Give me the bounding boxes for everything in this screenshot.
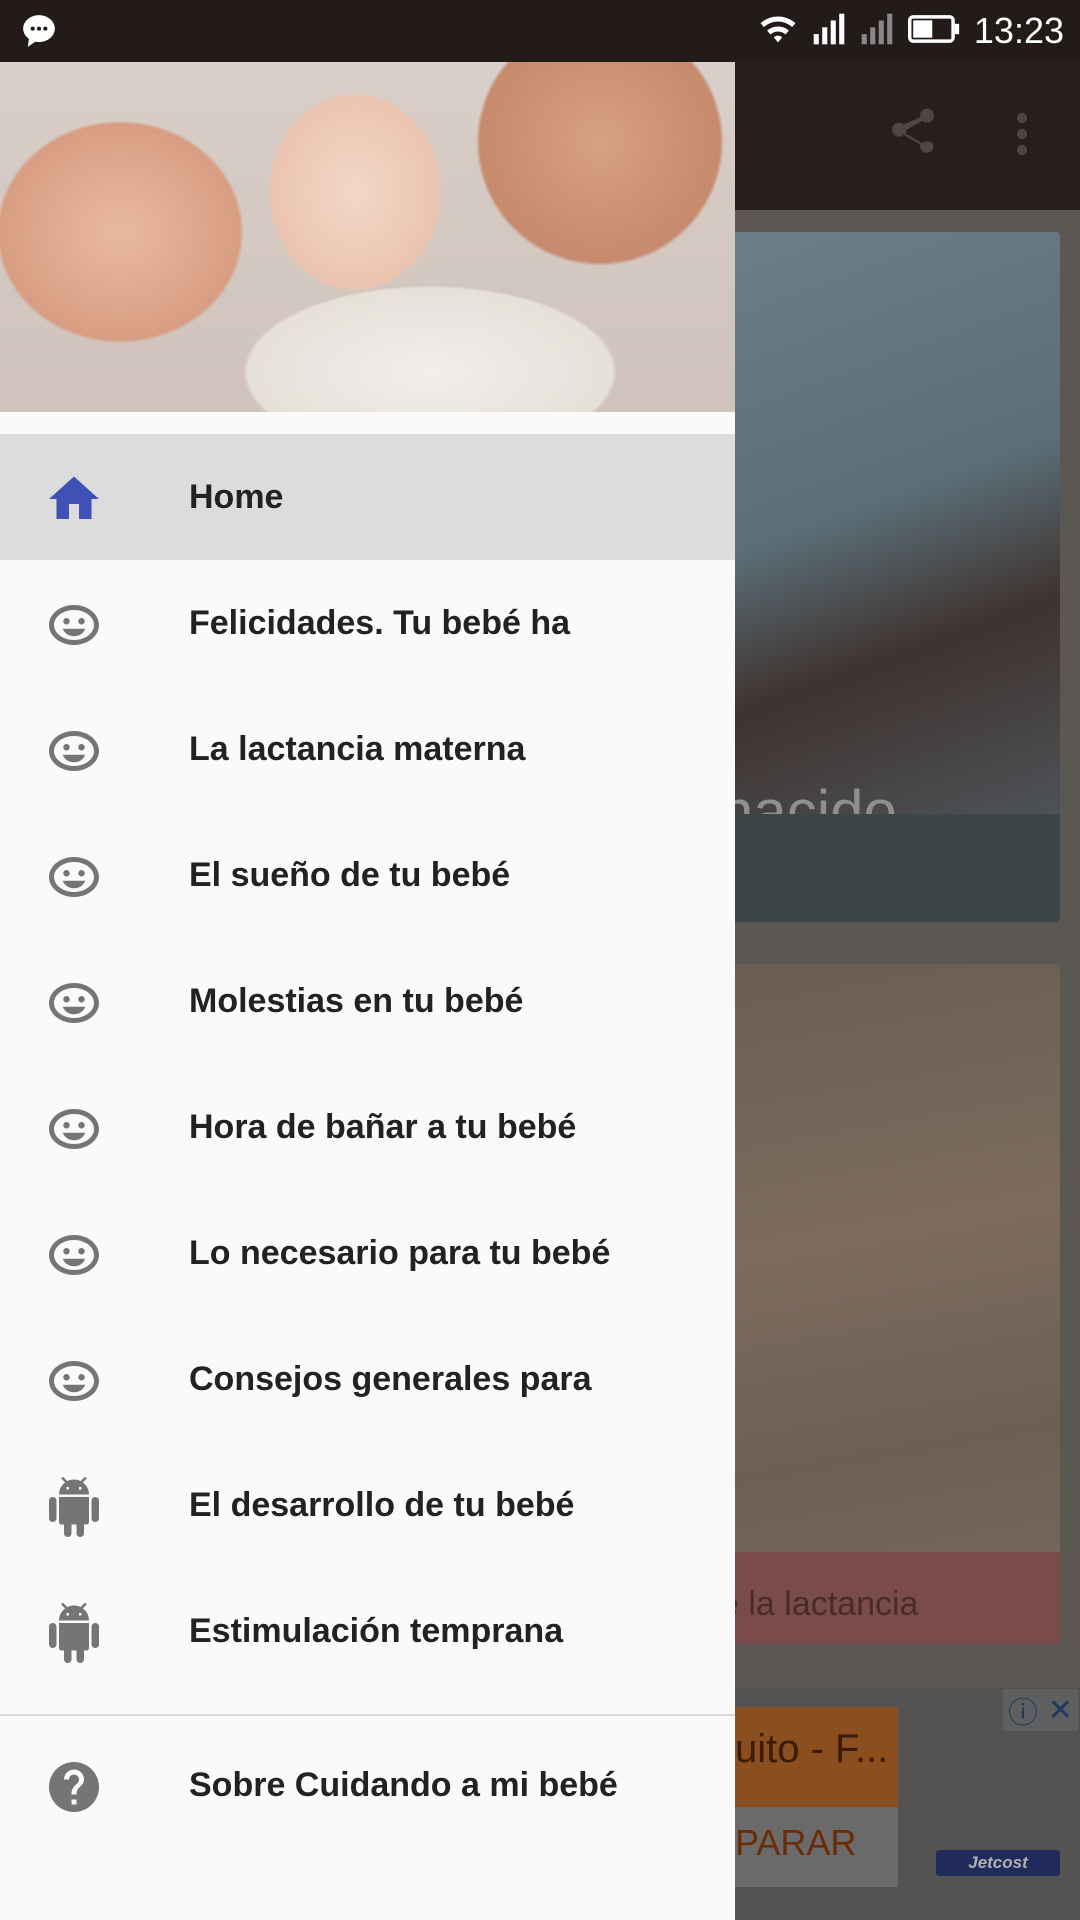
android-icon bbox=[44, 1603, 104, 1663]
card-footer bbox=[720, 814, 1060, 922]
menu-item-necesario[interactable]: Lo necesario para tu bebé bbox=[0, 1190, 735, 1316]
signal-icon bbox=[812, 12, 846, 51]
more-options-icon[interactable] bbox=[1008, 110, 1036, 163]
clock: 13:23 bbox=[973, 10, 1064, 51]
baby-face-icon bbox=[44, 847, 104, 907]
article-card[interactable]: nacido bbox=[720, 232, 1060, 922]
menu-item-label: Sobre Cuidando a mi bebé bbox=[189, 1766, 618, 1804]
android-icon bbox=[44, 1477, 104, 1537]
status-bar: 13:23 bbox=[0, 0, 1080, 62]
drawer-header-image bbox=[0, 62, 735, 412]
wifi-icon bbox=[758, 12, 798, 51]
signal-off-icon bbox=[860, 12, 894, 51]
menu-item-felicidades[interactable]: Felicidades. Tu bebé ha bbox=[0, 560, 735, 686]
home-icon bbox=[44, 469, 104, 529]
menu-item-molestias[interactable]: Molestias en tu bebé bbox=[0, 938, 735, 1064]
baby-face-icon bbox=[44, 973, 104, 1033]
menu-item-label: Molestias en tu bebé bbox=[189, 982, 524, 1020]
info-icon[interactable]: ⓘ bbox=[1008, 1688, 1038, 1732]
baby-face-icon bbox=[44, 1225, 104, 1285]
help-icon bbox=[44, 1757, 104, 1817]
menu-item-banar[interactable]: Hora de bañar a tu bebé bbox=[0, 1064, 735, 1190]
menu-item-lactancia[interactable]: La lactancia materna bbox=[0, 686, 735, 812]
baby-face-icon bbox=[44, 721, 104, 781]
menu-item-home[interactable]: Home bbox=[0, 434, 735, 560]
menu-item-estimulacion[interactable]: Estimulación temprana bbox=[0, 1568, 735, 1694]
menu-item-label: Estimulación temprana bbox=[189, 1612, 564, 1650]
drawer-menu: Home Felicidades. Tu bebé ha La lactanci… bbox=[0, 434, 735, 1694]
baby-face-icon bbox=[44, 1099, 104, 1159]
menu-item-label: La lactancia materna bbox=[189, 730, 526, 768]
share-icon[interactable] bbox=[885, 104, 941, 165]
card-title: e la lactancia bbox=[720, 1585, 919, 1623]
menu-item-label: Lo necesario para tu bebé bbox=[189, 1234, 611, 1272]
baby-face-icon bbox=[44, 1351, 104, 1411]
ad-brand-logo: Jetcost bbox=[936, 1850, 1060, 1876]
menu-divider bbox=[0, 1714, 735, 1716]
battery-icon bbox=[907, 14, 960, 49]
baby-face-icon bbox=[44, 595, 104, 655]
menu-item-desarrollo[interactable]: El desarrollo de tu bebé bbox=[0, 1442, 735, 1568]
close-icon[interactable]: ✕ bbox=[1048, 1693, 1073, 1728]
menu-item-sueno[interactable]: El sueño de tu bebé bbox=[0, 812, 735, 938]
card-footer: e la lactancia bbox=[720, 1552, 1060, 1644]
navigation-drawer: Home Felicidades. Tu bebé ha La lactanci… bbox=[0, 62, 735, 1920]
ad-headline: uito - F... bbox=[735, 1727, 889, 1771]
menu-item-label: El desarrollo de tu bebé bbox=[189, 1486, 575, 1524]
menu-item-label: Consejos generales para bbox=[189, 1360, 592, 1398]
menu-item-about[interactable]: Sobre Cuidando a mi bebé bbox=[0, 1722, 735, 1848]
menu-item-consejos[interactable]: Consejos generales para bbox=[0, 1316, 735, 1442]
menu-item-label: Felicidades. Tu bebé ha bbox=[189, 604, 571, 642]
menu-item-label: Home bbox=[189, 478, 284, 516]
menu-item-label: Hora de bañar a tu bebé bbox=[189, 1108, 577, 1146]
ad-choices[interactable]: ⓘ ✕ bbox=[1003, 1689, 1078, 1731]
ad-cta-label: PARAR bbox=[735, 1822, 857, 1863]
article-card[interactable]: e la lactancia bbox=[720, 964, 1060, 1644]
message-icon bbox=[20, 12, 58, 55]
menu-item-label: El sueño de tu bebé bbox=[189, 856, 511, 894]
